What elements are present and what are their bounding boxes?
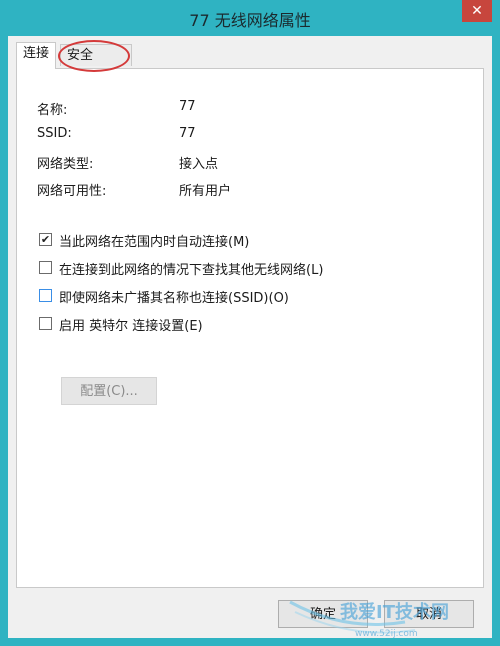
- title-bar[interactable]: 77 无线网络属性 ✕: [0, 0, 500, 36]
- tab-security[interactable]: 安全: [60, 44, 132, 66]
- configure-button: 配置(C)...: [61, 377, 157, 405]
- close-button[interactable]: ✕: [462, 0, 492, 22]
- info-label: 名称:: [37, 103, 68, 118]
- option-label: 当此网络在范围内时自动连接(M): [59, 235, 250, 250]
- info-label: 网络类型:: [37, 157, 94, 172]
- cancel-button[interactable]: 取消: [384, 600, 474, 628]
- info-label: 网络可用性:: [37, 184, 107, 199]
- info-value: 77: [179, 126, 196, 141]
- option-label: 启用 英特尔 连接设置(E): [59, 319, 203, 334]
- option-label: 在连接到此网络的情况下查找其他无线网络(L): [59, 263, 324, 278]
- info-label: SSID:: [37, 126, 72, 141]
- info-value: 所有用户: [179, 184, 232, 199]
- dialog-client-area: 连接 安全 名称: 77 SSID: 77 网络类型: 接入点 网络可用性: 所…: [8, 36, 492, 638]
- info-value: 77: [179, 99, 196, 114]
- tab-connection[interactable]: 连接: [16, 42, 56, 69]
- info-value: 接入点: [179, 157, 219, 172]
- checkbox-icon[interactable]: [39, 261, 52, 274]
- option-label: 即使网络未广播其名称也连接(SSID)(O): [59, 291, 289, 306]
- window-title: 77 无线网络属性: [189, 11, 311, 30]
- close-icon: ✕: [471, 3, 483, 19]
- checkbox-checked-icon[interactable]: ✔: [39, 233, 52, 246]
- connection-panel: 名称: 77 SSID: 77 网络类型: 接入点 网络可用性: 所有用户 ✔ …: [16, 68, 484, 588]
- checkbox-icon[interactable]: [39, 317, 52, 330]
- checkbox-icon[interactable]: [39, 289, 52, 302]
- dialog-window: 77 无线网络属性 ✕ 连接 安全 名称: 77 SSID: 77 网络类型: …: [0, 0, 500, 646]
- ok-button[interactable]: 确定: [278, 600, 368, 628]
